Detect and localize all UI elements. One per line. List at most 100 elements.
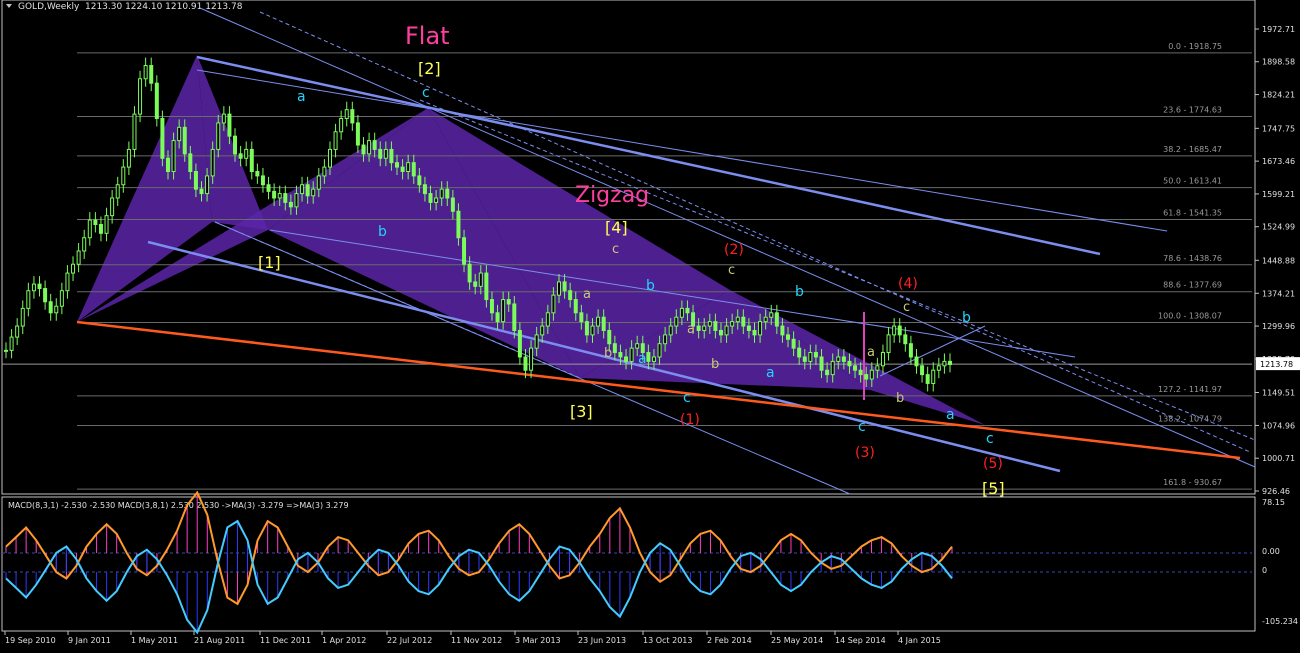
- candle-body: [411, 162, 416, 177]
- candle-body: [71, 263, 76, 274]
- candle-body: [266, 184, 271, 192]
- candle-body: [780, 325, 785, 336]
- candle-body: [920, 365, 925, 376]
- candle-body: [707, 321, 712, 327]
- y-tick-label: 1448.88: [1262, 256, 1295, 265]
- candle-body: [238, 153, 243, 159]
- macd-title: MACD(8,3,1) -2.530 -2.530 MACD(3,8,1) 2.…: [8, 501, 349, 510]
- wave-label: (2): [724, 242, 744, 258]
- x-tick-label: 3 Mar 2013: [515, 636, 561, 645]
- y-tick-label: 1599.21: [1262, 190, 1295, 199]
- candle-body: [400, 166, 405, 173]
- candle-body: [568, 290, 573, 301]
- candle-body: [233, 135, 238, 155]
- candle-body: [182, 126, 187, 155]
- candle-body: [808, 352, 813, 362]
- candle-body: [769, 312, 774, 318]
- wave-label: b: [604, 346, 612, 361]
- candle-body: [160, 118, 165, 159]
- fib-level-label: 127.2 - 1141.97: [1158, 385, 1222, 394]
- candle-body: [484, 272, 489, 301]
- candle-body: [450, 197, 455, 212]
- x-tick-label: 25 May 2014: [771, 636, 823, 645]
- candle-body: [724, 325, 729, 336]
- wave-label: a: [766, 365, 775, 381]
- candle-body: [322, 166, 327, 177]
- candle-body: [283, 193, 288, 203]
- y-tick-label: 1299.96: [1262, 322, 1295, 331]
- candle-body: [65, 272, 70, 292]
- candle-body: [439, 188, 444, 199]
- candle-body: [177, 126, 182, 142]
- candle-body: [126, 148, 131, 168]
- wave-label: a: [687, 322, 695, 337]
- candle-body: [713, 321, 718, 331]
- candle-body: [205, 175, 210, 195]
- wave-label: Flat: [405, 22, 450, 50]
- wave-label: b: [646, 278, 655, 294]
- fib-level-label: 88.6 - 1377.69: [1163, 281, 1222, 290]
- y-tick-label: 1673.46: [1262, 157, 1295, 166]
- y-tick-label: 1524.99: [1262, 223, 1295, 232]
- candle-body: [478, 272, 483, 287]
- candle-body: [847, 360, 852, 367]
- candle-body: [121, 166, 126, 186]
- candle-body: [646, 352, 651, 362]
- candle-body: [819, 356, 824, 371]
- candle-body: [110, 197, 115, 217]
- candle-body: [406, 162, 411, 173]
- wave-label: a: [638, 351, 647, 367]
- macd-y-tick-label: 78.15: [1262, 498, 1285, 507]
- wave-label: (5): [983, 456, 1003, 472]
- last-price-label: 1213.78: [1260, 360, 1293, 369]
- candle-body: [76, 250, 81, 265]
- candle-body: [87, 219, 92, 239]
- y-tick-label: 1374.21: [1262, 289, 1295, 298]
- candle-body: [350, 109, 355, 124]
- x-tick-label: 9 Jan 2011: [68, 636, 111, 645]
- y-tick-label: 1000.71: [1262, 454, 1295, 463]
- candle-body: [417, 175, 422, 186]
- candle-body: [629, 347, 634, 362]
- candle-body: [255, 171, 260, 177]
- candle-body: [942, 360, 947, 367]
- x-tick-label: 21 Aug 2011: [194, 636, 245, 645]
- candle-body: [562, 281, 567, 292]
- candle-body: [931, 369, 936, 384]
- candle-body: [188, 153, 193, 173]
- candle-body: [886, 334, 891, 354]
- macd-y-tick-label: 0: [1262, 566, 1267, 575]
- candle-body: [702, 325, 707, 331]
- fib-level-label: 61.8 - 1541.35: [1163, 208, 1222, 217]
- wave-label: Zigzag: [575, 183, 649, 208]
- x-tick-label: 4 Jan 2015: [898, 636, 941, 645]
- candle-body: [841, 356, 846, 362]
- candle-body: [473, 281, 478, 287]
- candle-body: [54, 305, 59, 314]
- candle-body: [59, 290, 64, 307]
- candle-body: [853, 365, 858, 371]
- candle-body: [227, 113, 232, 137]
- y-tick-label: 1824.21: [1262, 91, 1295, 100]
- candle-body: [875, 365, 880, 371]
- candle-body: [517, 329, 522, 358]
- candle-body: [763, 316, 768, 323]
- candle-body: [489, 299, 494, 314]
- candle-body: [277, 193, 282, 199]
- candle-body: [880, 352, 885, 367]
- candle-body: [367, 140, 372, 155]
- candle-body: [936, 365, 941, 371]
- x-tick-label: 19 Sep 2010: [5, 636, 56, 645]
- candle-body: [193, 171, 198, 190]
- candle-body: [383, 148, 388, 159]
- candle-body: [529, 347, 534, 371]
- x-tick-label: 23 Jun 2013: [578, 636, 626, 645]
- candle-body: [395, 162, 400, 168]
- x-tick-label: 11 Dec 2011: [260, 636, 311, 645]
- ohlc-readout: 1213.30 1224.10 1210.91 1213.78: [85, 2, 243, 12]
- wave-label: c: [612, 242, 619, 257]
- candle-body: [216, 122, 221, 150]
- wave-label: a: [583, 287, 591, 302]
- candle-body: [305, 184, 310, 197]
- candle-body: [897, 325, 902, 336]
